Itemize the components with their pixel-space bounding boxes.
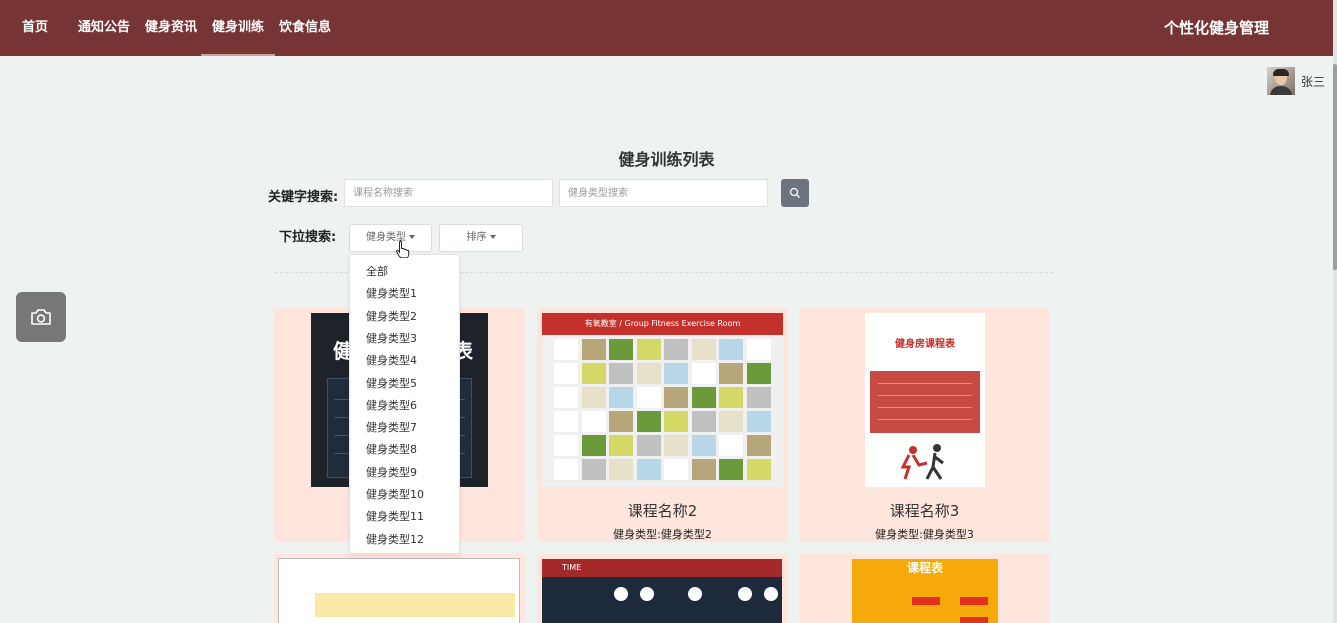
nav-item-diet[interactable]: 饮食信息 (279, 0, 331, 56)
top-navbar: 首页 通知公告 健身资讯 健身训练 饮食信息 个性化健身管理 (0, 0, 1333, 56)
dropdown-option[interactable]: 健身类型4 (366, 354, 417, 368)
course-title[interactable]: 课程名称2 (537, 500, 788, 521)
brand-title: 个性化健身管理 (1164, 19, 1270, 37)
dropdown-option[interactable]: 健身类型9 (366, 466, 417, 480)
avatar[interactable] (1267, 67, 1295, 95)
nav-item-news[interactable]: 健身资讯 (145, 0, 197, 56)
course-image[interactable]: TIME (542, 559, 782, 623)
fitness-type-search-input[interactable] (559, 179, 768, 207)
page-title: 健身训练列表 (618, 150, 715, 169)
fitness-type-dropdown[interactable]: 健身类型 (349, 224, 432, 252)
camera-icon (31, 309, 51, 325)
course-type: 健身类型:健身类型3 (875, 528, 974, 541)
dropdown-search-label: 下拉搜索: (279, 230, 337, 245)
dropdown-option[interactable]: 健身类型8 (366, 443, 417, 457)
nav-item-training[interactable]: 健身训练 (200, 0, 276, 56)
dropdown-option[interactable]: 全部 (366, 265, 388, 279)
dropdown-option[interactable]: 健身类型2 (366, 310, 417, 324)
course-image[interactable]: 健身房课程表 (865, 313, 985, 487)
dropdown-option[interactable]: 健身类型7 (366, 421, 417, 435)
course-card[interactable]: 课程表 (799, 554, 1050, 623)
page-scrollbar[interactable] (1333, 0, 1337, 623)
dropdown-option[interactable]: 健身类型1 (366, 287, 417, 301)
course-card[interactable]: TIME (537, 554, 788, 623)
search-button[interactable] (781, 179, 809, 207)
screenshot-button[interactable] (16, 292, 66, 342)
fitness-type-dropdown-menu: 全部健身类型1 健身类型2 健身类型3 健身类型4 健身类型5 健身类型6 健身类型7 健身类… (349, 254, 460, 554)
nav-item-notices[interactable]: 通知公告 (78, 0, 130, 56)
course-image[interactable] (278, 558, 520, 623)
nav-item-home[interactable]: 首页 (22, 0, 48, 56)
caret-down-icon (489, 235, 496, 239)
sort-dropdown[interactable]: 排序 (439, 224, 523, 252)
course-type: 健身类型:健身类型2 (613, 528, 712, 541)
course-title[interactable]: 课程名称3 (799, 500, 1050, 521)
keyword-search-label: 关键字搜索: (268, 190, 339, 205)
caret-down-icon (409, 235, 415, 239)
course-image[interactable]: 有氧教室 / Group Fitness Exercise Room (542, 313, 783, 487)
hand-cursor-icon (396, 240, 410, 258)
course-card[interactable]: 健身房课程表 课程名称3 健身类型:健身类型3 (799, 308, 1050, 542)
search-icon (789, 187, 800, 198)
course-name-search-input[interactable] (344, 179, 553, 207)
course-card[interactable]: 有氧教室 / Group Fitness Exercise Room 课程名称2… (537, 308, 788, 542)
dropdown-option[interactable]: 健身类型6 (366, 399, 417, 413)
course-image[interactable]: 课程表 (852, 559, 998, 623)
username[interactable]: 张三 (1301, 73, 1325, 90)
scrollbar-thumb[interactable] (1333, 64, 1337, 270)
dropdown-option[interactable]: 健身类型10 (366, 488, 424, 502)
dropdown-option[interactable]: 健身类型5 (366, 377, 417, 391)
dropdown-option[interactable]: 健身类型12 (366, 533, 424, 547)
dropdown-option[interactable]: 健身类型3 (366, 332, 417, 346)
dropdown-option[interactable]: 健身类型11 (366, 510, 424, 524)
course-card[interactable] (274, 554, 525, 623)
